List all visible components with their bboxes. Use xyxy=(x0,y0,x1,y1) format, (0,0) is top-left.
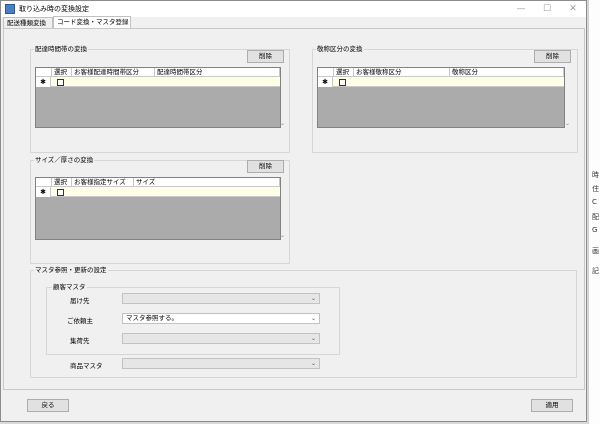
new-row[interactable]: ✱ xyxy=(318,77,564,87)
billing-group-title: 敬称区分の変換 xyxy=(316,43,364,53)
billing-delete-button[interactable]: 削除 xyxy=(534,50,571,63)
chevron-down-icon[interactable]: ⌄ xyxy=(280,232,285,239)
grid-header: 選択 お客様配達時間帯区分 配達時間帯区分 xyxy=(36,68,280,77)
grid-header: 選択 お客様指定サイズ サイズ xyxy=(36,178,280,187)
delivery-destination-select[interactable]: ⌄ xyxy=(122,293,320,304)
apply-button[interactable]: 適用 xyxy=(531,399,573,412)
new-row-marker-icon: ✱ xyxy=(36,77,51,87)
column-header-select: 選択 xyxy=(52,68,72,77)
chevron-down-icon: ⌄ xyxy=(310,295,316,302)
chevron-down-icon[interactable]: ⌄ xyxy=(565,120,570,127)
column-header-customer-billing: お客様敬称区分 xyxy=(354,68,450,77)
background-text: G xyxy=(592,226,598,234)
grid-corner-header xyxy=(36,68,52,77)
grid-corner-header xyxy=(36,178,52,187)
size-grid: 選択 お客様指定サイズ サイズ ✱ xyxy=(35,177,281,240)
background-text: C xyxy=(592,198,597,206)
column-header-customer-time: お客様配達時間帯区分 xyxy=(72,68,155,77)
billing-grid: 選択 お客様敬称区分 敬称区分 ✱ xyxy=(317,67,565,128)
new-row[interactable]: ✱ xyxy=(36,77,280,87)
grid-corner-header xyxy=(318,68,334,77)
pickup-select[interactable]: ⌄ xyxy=(122,333,320,344)
select-checkbox[interactable] xyxy=(57,79,64,86)
column-header-select: 選択 xyxy=(334,68,354,77)
chevron-down-icon: ⌄ xyxy=(310,335,316,342)
select-checkbox[interactable] xyxy=(57,189,64,196)
new-row[interactable]: ✱ xyxy=(36,187,280,197)
background-text: 記 xyxy=(592,267,599,275)
size-delete-button[interactable]: 削除 xyxy=(247,160,284,173)
column-header-time: 配達時間帯区分 xyxy=(155,68,280,77)
delivery-destination-label: 届け先 xyxy=(70,297,90,305)
pickup-label: 集荷先 xyxy=(70,337,90,345)
new-row-marker-icon: ✱ xyxy=(36,187,51,197)
minimize-button[interactable]: — xyxy=(508,1,534,17)
title-bar: 取り込み時の変換設定 — ☐ ✕ xyxy=(1,1,586,17)
background-text: 住 xyxy=(592,185,599,193)
window-title: 取り込み時の変換設定 xyxy=(19,5,89,13)
client-value: マスタ参照する。 xyxy=(126,314,178,322)
select-checkbox[interactable] xyxy=(339,79,346,86)
product-master-label: 商品マスタ xyxy=(70,362,103,370)
background-text: 配 xyxy=(592,213,599,221)
column-header-select: 選択 xyxy=(52,178,72,187)
delivery-time-grid: 選択 お客様配達時間帯区分 配達時間帯区分 ✱ xyxy=(35,67,281,128)
maximize-button[interactable]: ☐ xyxy=(534,1,560,17)
column-header-size: サイズ xyxy=(134,178,280,187)
delivery-time-delete-button[interactable]: 削除 xyxy=(247,50,284,63)
column-header-customer-size: お客様指定サイズ xyxy=(72,178,134,187)
background-text: 時 xyxy=(592,171,599,179)
master-settings-title: マスタ参照・更新の設定 xyxy=(34,264,108,274)
back-button[interactable]: 戻る xyxy=(27,399,69,412)
app-icon xyxy=(5,4,15,14)
settings-dialog: 取り込み時の変換設定 — ☐ ✕ 配送種類変換 コード変換・マスタ登録 配達時間… xyxy=(0,0,587,422)
customer-master-title: 顧客マスタ xyxy=(52,281,87,291)
product-master-select[interactable]: ⌄ xyxy=(122,358,320,369)
new-row-marker-icon: ✱ xyxy=(318,77,333,87)
client-label: ご依頼主 xyxy=(67,317,93,325)
background-text: 画 xyxy=(592,247,599,255)
grid-header: 選択 お客様敬称区分 敬称区分 xyxy=(318,68,564,77)
chevron-down-icon: ⌄ xyxy=(310,360,316,367)
chevron-down-icon: ⌄ xyxy=(310,315,316,322)
close-button[interactable]: ✕ xyxy=(560,1,586,17)
delivery-time-group-title: 配達時間帯の変換 xyxy=(34,43,88,53)
tab-panel: 配達時間帯の変換 削除 選択 お客様配達時間帯区分 配達時間帯区分 ✱ ⌄ 敬称… xyxy=(3,28,585,390)
client-select[interactable]: マスタ参照する。 ⌄ xyxy=(122,313,320,324)
column-header-billing: 敬称区分 xyxy=(450,68,564,77)
chevron-down-icon[interactable]: ⌄ xyxy=(280,120,285,127)
size-group-title: サイズ／厚さの変換 xyxy=(34,154,95,164)
